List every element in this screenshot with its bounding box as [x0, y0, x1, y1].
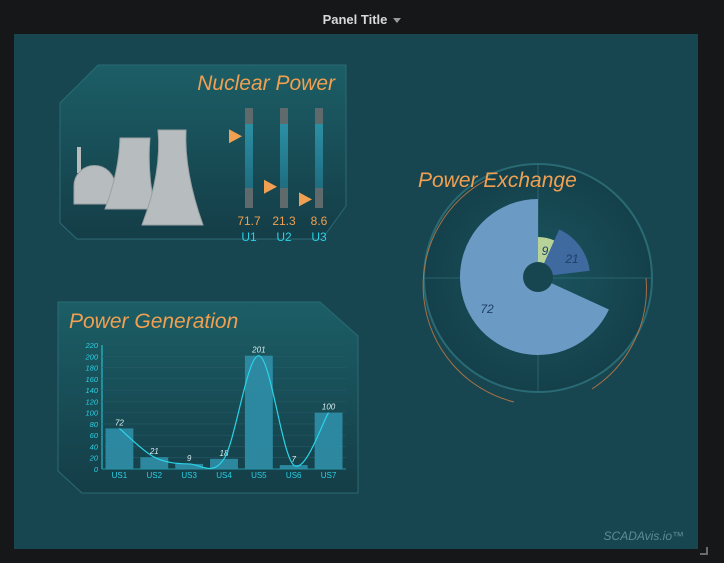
power-generation-group: Power Generation 02040608010012014016018… — [57, 301, 359, 494]
y-tick-label: 100 — [85, 409, 98, 418]
x-tick-label: US7 — [321, 471, 337, 480]
power-generation-title: Power Generation — [69, 310, 238, 333]
nuclear-power-title: Nuclear Power — [197, 72, 336, 95]
bar-data-label: 100 — [322, 403, 336, 412]
x-tick-label: US3 — [181, 471, 197, 480]
y-tick-label: 60 — [90, 431, 99, 440]
panel-title[interactable]: Panel Title — [323, 12, 388, 27]
pie-slice-label: 21 — [564, 252, 578, 266]
y-tick-label: 140 — [85, 386, 98, 395]
watermark: SCADAvis.io™ — [603, 529, 684, 543]
chevron-down-icon[interactable] — [393, 17, 402, 23]
power-exchange-group: 92172 Power Exchange — [418, 163, 653, 403]
x-tick-label: US1 — [112, 471, 128, 480]
y-tick-label: 40 — [90, 442, 99, 451]
y-tick-label: 120 — [85, 397, 98, 406]
unit-3-value: 8.6 — [311, 214, 328, 228]
unit-1-value: 71.7 — [237, 214, 261, 228]
x-tick-label: US6 — [286, 471, 302, 480]
x-tick-label: US4 — [216, 471, 232, 480]
y-tick-label: 180 — [85, 364, 98, 373]
unit-bar-fill — [280, 124, 288, 188]
scada-canvas: Nuclear Power 71.7 21.3 8.6 U1 U2 U3 921… — [57, 64, 653, 494]
bar-data-label: 201 — [251, 346, 265, 355]
unit-2-value: 21.3 — [272, 214, 296, 228]
panel-header[interactable]: Panel Title — [0, 6, 724, 32]
bar-data-label: 72 — [115, 418, 124, 427]
pie-slice-label: 72 — [480, 302, 494, 316]
bar — [314, 412, 343, 469]
panel-container: Panel Title Nuclear Power 71.7 21.3 8.6 … — [0, 0, 724, 563]
unit-1-label: U1 — [241, 230, 257, 244]
y-tick-label: 80 — [90, 420, 99, 429]
nuclear-power-group: Nuclear Power 71.7 21.3 8.6 U1 U2 U3 — [59, 64, 347, 244]
bar — [140, 457, 169, 469]
panel-body: Nuclear Power 71.7 21.3 8.6 U1 U2 U3 9 2… — [14, 34, 698, 549]
power-exchange-title: Power Exchange — [418, 169, 577, 192]
unit-2-label: U2 — [276, 230, 292, 244]
x-tick-label: US5 — [251, 471, 267, 480]
unit-bar-fill — [245, 124, 253, 188]
x-tick-label: US2 — [147, 471, 163, 480]
y-tick-label: 220 — [84, 341, 98, 350]
bar-data-label: 9 — [187, 454, 192, 463]
pie-center-hole — [523, 262, 553, 292]
unit-bar-fill — [315, 124, 323, 188]
y-tick-label: 200 — [84, 352, 98, 361]
y-tick-label: 20 — [89, 454, 99, 463]
unit-3-label: U3 — [311, 230, 327, 244]
y-tick-label: 160 — [85, 375, 98, 384]
resize-handle[interactable] — [700, 547, 708, 555]
bar — [105, 428, 134, 469]
